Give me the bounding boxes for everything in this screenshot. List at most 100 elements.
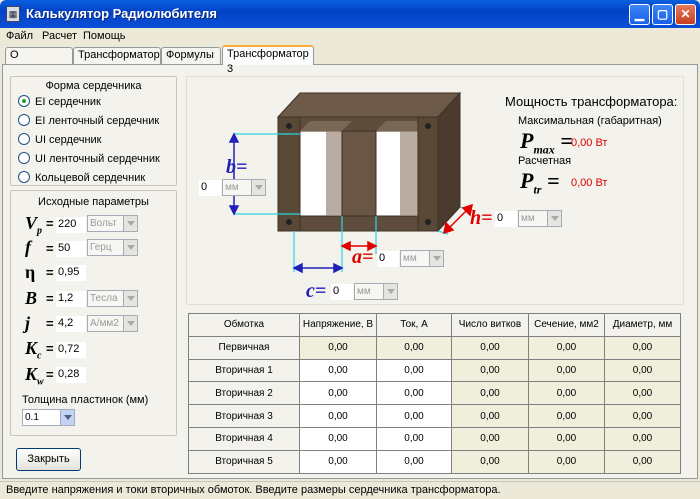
eta-input[interactable]: 0,95 (56, 265, 86, 281)
f-input[interactable]: 50 (56, 241, 86, 257)
b-dim-label: b= (226, 156, 248, 178)
cell-voltage: 0,00 (299, 335, 377, 360)
table-row: Вторичная 2 0,00 0,00 0,00 0,00 0,00 (188, 381, 681, 406)
cell-voltage[interactable]: 0,00 (299, 381, 377, 406)
b-input[interactable]: 1,2 (56, 291, 86, 307)
close-button[interactable]: Закрыть (16, 448, 81, 471)
cell-voltage[interactable]: 0,00 (299, 358, 377, 383)
radio-label: Кольцевой сердечник (35, 172, 146, 184)
eta-eq: = (46, 265, 54, 280)
core-top-face (276, 92, 462, 118)
calculator-icon: ▦ (6, 6, 20, 22)
cell-section: 0,00 (528, 404, 605, 428)
bolt-icon (425, 219, 431, 225)
radio-label: UI сердечник (35, 134, 102, 146)
h-dim-unit-select[interactable]: мм (518, 210, 562, 227)
tab-transformer-1[interactable]: Трансформатор 1 (73, 47, 161, 76)
kw-input[interactable]: 0,28 (56, 367, 86, 383)
close-window-button[interactable]: ✕ (675, 4, 696, 25)
cell-current[interactable]: 0,00 (376, 358, 452, 383)
f-unit-select[interactable]: Герц (87, 239, 138, 256)
radio-ui-core[interactable]: UI сердечник (18, 133, 101, 147)
radio-dot (18, 95, 30, 107)
tab-strip: О программе Трансформатор 1 Формулы 2 Тр… (0, 45, 700, 76)
cell-current[interactable]: 0,00 (376, 426, 452, 451)
tab-formulas-2[interactable]: Формулы 2 (161, 47, 221, 76)
a-dim-input[interactable]: 0 (377, 251, 399, 267)
row-label: Вторичная 5 (188, 449, 300, 474)
cell-turns: 0,00 (451, 426, 529, 451)
tab-transformer-3[interactable]: Трансформатор 3 (222, 45, 314, 75)
cell-section: 0,00 (528, 449, 605, 474)
j-unit-select[interactable]: А/мм2 (87, 315, 138, 332)
cell-diameter: 0,00 (604, 381, 681, 406)
kc-input[interactable]: 0,72 (56, 342, 86, 358)
radio-dot (18, 114, 30, 126)
b-eq: = (46, 291, 54, 306)
radio-ei-core[interactable]: EI сердечник (18, 95, 101, 109)
col-header-current: Ток, А (376, 313, 452, 337)
radio-dot (18, 152, 30, 164)
radio-label: EI ленточный сердечник (35, 115, 160, 127)
f-eq: = (46, 241, 54, 256)
pmax-symbol: Pmax = (520, 128, 573, 157)
cell-diameter: 0,00 (604, 404, 681, 428)
table-row: Вторичная 4 0,00 0,00 0,00 0,00 0,00 (188, 426, 681, 451)
cell-turns: 0,00 (451, 381, 529, 406)
cell-diameter: 0,00 (604, 449, 681, 474)
kc-eq: = (46, 341, 54, 356)
params-title: Исходные параметры (38, 196, 149, 208)
core-window-left-shade (326, 131, 342, 216)
col-header-diameter: Диаметр, мм (604, 313, 681, 337)
minimize-icon: ▁ (634, 7, 645, 21)
cell-voltage[interactable]: 0,00 (299, 404, 377, 428)
c-dim-input[interactable]: 0 (331, 284, 353, 300)
a-dim-unit-select[interactable]: мм (400, 250, 444, 267)
cell-current[interactable]: 0,00 (376, 404, 452, 428)
kc-symbol: Kc (25, 338, 42, 362)
chevron-down-icon (60, 410, 74, 425)
menu-file[interactable]: Файл (6, 30, 33, 42)
title-bar[interactable]: ▦ Калькулятор Радиолюбителя ▁ ▢ ✕ (0, 0, 700, 28)
h-dim-input[interactable]: 0 (495, 211, 517, 227)
bolt-icon (286, 123, 292, 129)
bolt-icon (425, 123, 431, 129)
cell-current[interactable]: 0,00 (376, 449, 452, 474)
table-row: Вторичная 3 0,00 0,00 0,00 0,00 0,00 (188, 404, 681, 428)
menu-calc[interactable]: Расчет (42, 30, 77, 42)
cell-section: 0,00 (528, 335, 605, 360)
cell-diameter: 0,00 (604, 426, 681, 451)
cell-current[interactable]: 0,00 (376, 381, 452, 406)
cell-diameter: 0,00 (604, 358, 681, 383)
vp-input[interactable]: 220 (56, 217, 86, 233)
thickness-select[interactable]: 0.1 (22, 409, 75, 426)
b-dim-unit-select[interactable]: мм (222, 179, 266, 196)
vp-eq: = (46, 216, 54, 231)
cell-turns: 0,00 (451, 449, 529, 474)
kw-symbol: Kw (25, 364, 44, 388)
core-center-leg (341, 130, 377, 217)
vp-unit-select[interactable]: Вольт (87, 215, 138, 232)
c-dim-unit-select[interactable]: мм (354, 283, 398, 300)
cell-section: 0,00 (528, 381, 605, 406)
radio-toroid-core[interactable]: Кольцевой сердечник (18, 171, 145, 185)
core-shape-title: Форма сердечника (45, 80, 142, 92)
f-symbol: f (25, 237, 31, 257)
b-unit-select[interactable]: Тесла (87, 290, 138, 307)
cell-voltage[interactable]: 0,00 (299, 426, 377, 451)
j-input[interactable]: 4,2 (56, 316, 86, 332)
chevron-down-icon (123, 240, 137, 255)
status-bar: Введите напряжения и токи вторичных обмо… (0, 481, 700, 499)
b-dim-input[interactable]: 0 (199, 180, 221, 196)
cell-voltage[interactable]: 0,00 (299, 449, 377, 474)
menu-help[interactable]: Помощь (83, 30, 126, 42)
radio-ei-tape-core[interactable]: EI ленточный сердечник (18, 114, 159, 128)
minimize-button[interactable]: ▁ (629, 4, 650, 25)
table-row: Первичная 0,00 0,00 0,00 0,00 0,00 (188, 335, 681, 360)
radio-label: UI ленточный сердечник (35, 153, 160, 165)
pmax-value: 0,00 Вт (571, 137, 608, 149)
maximize-button[interactable]: ▢ (652, 4, 673, 25)
tab-about[interactable]: О программе (5, 47, 73, 76)
radio-ui-tape-core[interactable]: UI ленточный сердечник (18, 152, 160, 166)
row-label: Вторичная 3 (188, 404, 300, 428)
